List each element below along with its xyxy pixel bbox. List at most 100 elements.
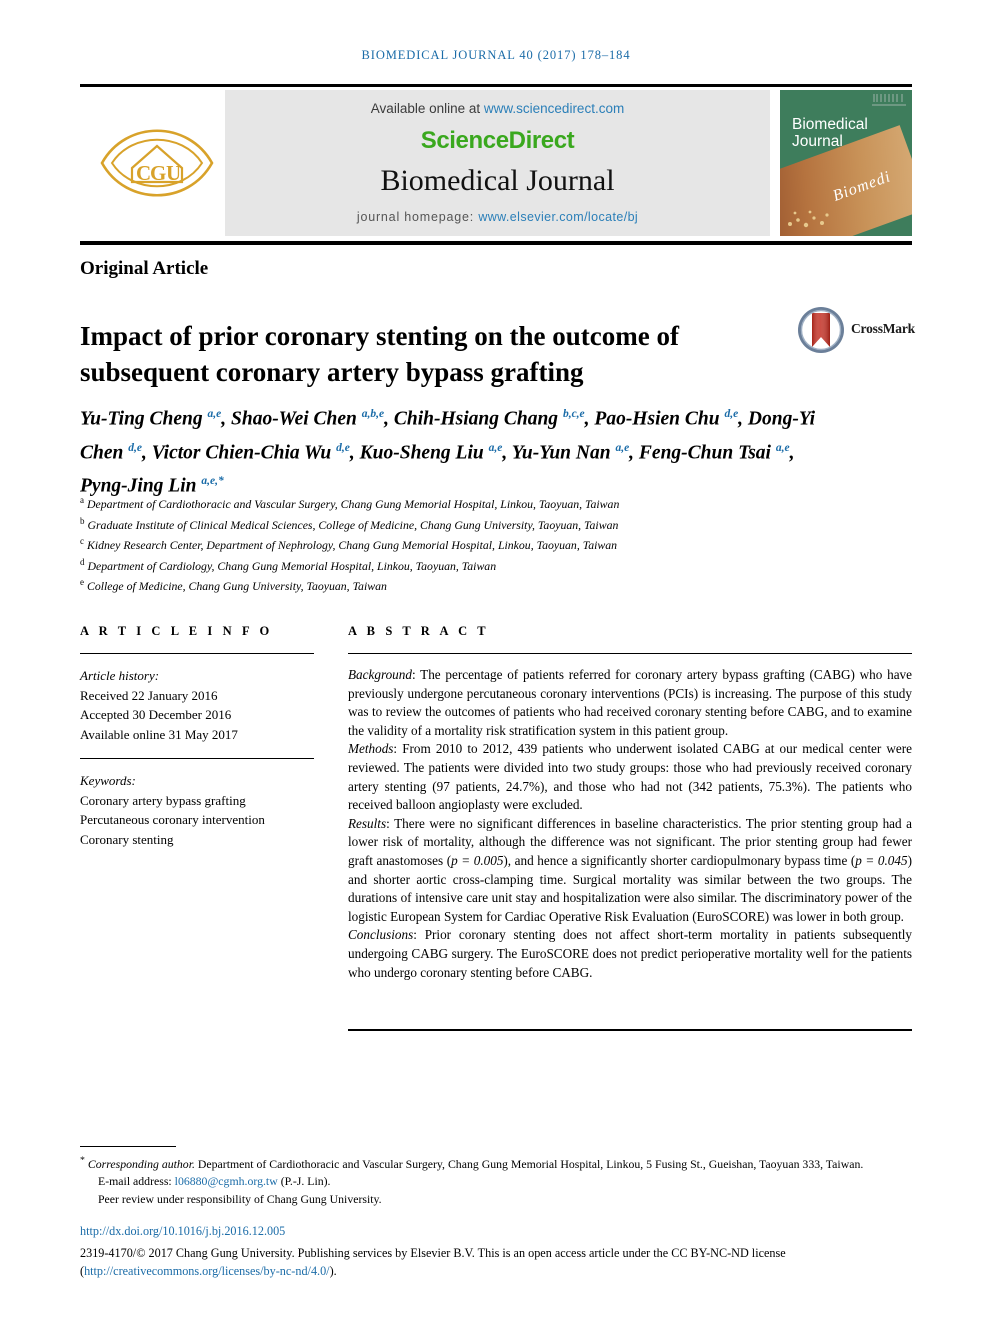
copyright-text-end: ).: [329, 1264, 337, 1278]
keywords-divider: [80, 758, 314, 759]
abstract-bottom-rule: [348, 1029, 912, 1031]
affiliation-text: College of Medicine, Chang Gung Universi…: [84, 578, 387, 593]
author-affiliation-mark: b,c,e: [562, 408, 585, 420]
abstract-section-text: : There were no significant differences …: [348, 815, 912, 924]
abstract-section: Results: There were no significant diffe…: [348, 815, 912, 927]
corresponding-author-label: Corresponding author.: [87, 1156, 195, 1171]
affiliation-item: c Kidney Research Center, Department of …: [80, 533, 860, 554]
affiliation-text: Kidney Research Center, Department of Ne…: [84, 537, 618, 552]
affiliation-item: d Department of Cardiology, Chang Gung M…: [80, 554, 860, 575]
crossmark-label: CrossMark: [851, 321, 915, 336]
sciencedirect-link[interactable]: www.sciencedirect.com: [484, 101, 624, 116]
journal-homepage-link[interactable]: www.elsevier.com/locate/bj: [478, 210, 638, 224]
author-affiliation-mark: a,e: [775, 441, 790, 454]
article-history-label: Article history:: [80, 668, 160, 683]
doi-line: http://dx.doi.org/10.1016/j.bj.2016.12.0…: [80, 1224, 285, 1239]
article-info-column: A R T I C L E I N F O Article history: R…: [80, 624, 314, 849]
author-affiliation-mark: a,e,*: [201, 475, 224, 487]
abstract-section-text: : The percentage of patients referred fo…: [348, 667, 912, 738]
footnote-block: * Corresponding author. Department of Ca…: [80, 1152, 912, 1208]
journal-homepage-line: journal homepage: www.elsevier.com/locat…: [225, 210, 770, 224]
footnote-rule: [80, 1146, 176, 1147]
article-info-heading: A R T I C L E I N F O: [80, 624, 273, 638]
affiliation-item: a Department of Cardiothoracic and Vascu…: [80, 492, 860, 513]
copyright-block: 2319-4170/© 2017 Chang Gung University. …: [80, 1244, 918, 1280]
crossmark-badge[interactable]: CrossMark: [797, 306, 915, 358]
author-affiliation-mark: d,e: [724, 408, 739, 420]
abstract-section: Conclusions: Prior coronary stenting doe…: [348, 926, 912, 982]
email-owner: (P.-J. Lin).: [280, 1174, 331, 1189]
corresponding-author-address: Department of Cardiothoracic and Vascula…: [194, 1156, 864, 1171]
email-label: E-mail address:: [98, 1174, 172, 1189]
running-head: BIOMEDICAL JOURNAL 40 (2017) 178–184: [361, 48, 631, 62]
author-name: Feng-Chun Tsai: [638, 442, 776, 463]
author-name: Chih-Hsiang Chang: [393, 408, 563, 430]
keyword-item: Percutaneous coronary intervention: [80, 812, 265, 827]
author-name: Yu-Ting Cheng: [80, 408, 208, 430]
keywords-block: Keywords: Coronary artery bypass graftin…: [80, 771, 314, 849]
article-info-divider: [80, 653, 314, 654]
author-name: Victor Chien-Chia Wu: [151, 442, 337, 463]
p-value: p = 0.005: [451, 852, 504, 868]
masthead-bottom-rule: [80, 241, 912, 245]
masthead: C G U Available online at www.sciencedir…: [80, 90, 912, 236]
author-list: Yu-Ting Cheng a,e, Shao-Wei Chen a,b,e, …: [80, 408, 816, 497]
author-name: Pao-Hsien Chu: [594, 408, 725, 430]
available-online-line: Available online at www.sciencedirect.co…: [225, 101, 770, 116]
journal-article-page: BIOMEDICAL JOURNAL 40 (2017) 178–184 C G…: [0, 0, 992, 1323]
author-name: Shao-Wei Chen: [231, 408, 362, 430]
sciencedirect-banner: Available online at www.sciencedirect.co…: [225, 90, 770, 236]
abstract-divider: [348, 653, 912, 654]
abstract-section-text: : From 2010 to 2012, 439 patients who un…: [348, 741, 912, 813]
author-name: Yu-Yun Nan: [511, 442, 616, 463]
license-link[interactable]: http://creativecommons.org/licenses/by-n…: [84, 1264, 330, 1278]
corresponding-author-note: * Corresponding author. Department of Ca…: [80, 1155, 864, 1171]
sciencedirect-wordmark: ScienceDirect: [420, 127, 575, 154]
journal-title: Biomedical Journal: [380, 164, 615, 197]
email-link[interactable]: l06880@cgmh.org.tw: [175, 1174, 278, 1188]
affiliation-list: a Department of Cardiothoracic and Vascu…: [80, 492, 860, 595]
abstract-body: Background: The percentage of patients r…: [348, 666, 912, 982]
abstract-section-label: Results: [348, 815, 387, 831]
keyword-item: Coronary stenting: [80, 831, 174, 847]
doi-link[interactable]: http://dx.doi.org/10.1016/j.bj.2016.12.0…: [80, 1224, 285, 1238]
keywords-label: Keywords:: [80, 773, 136, 788]
affiliation-text: Department of Cardiothoracic and Vascula…: [84, 496, 620, 511]
author-affiliation-mark: d,e: [128, 441, 142, 454]
received-date: Received 22 January 2016: [80, 687, 218, 703]
author-affiliation-mark: d,e: [336, 441, 350, 454]
article-history-block: Article history: Received 22 January 201…: [80, 666, 314, 744]
affiliation-item: e College of Medicine, Chang Gung Univer…: [80, 574, 860, 595]
p-value: p = 0.045: [855, 852, 908, 868]
journal-homepage-label: journal homepage:: [356, 210, 475, 224]
article-type-label: Original Article: [80, 258, 209, 279]
abstract-section: Methods: From 2010 to 2012, 439 patients…: [348, 740, 912, 814]
affiliation-item: b Graduate Institute of Clinical Medical…: [80, 513, 860, 534]
author-name: Kuo-Sheng Liu: [359, 442, 489, 463]
crossmark-icon[interactable]: [797, 306, 845, 354]
journal-cover-thumbnail: Biomedical Journal Biomedi: [780, 90, 912, 236]
available-online-date: Available online 31 May 2017: [80, 726, 238, 742]
accepted-date: Accepted 30 December 2016: [80, 707, 232, 722]
abstract-heading: A B S T R A C T: [348, 624, 490, 638]
cover-title-line1: Biomedical: [792, 116, 868, 133]
svg-text:G: G: [150, 161, 166, 185]
abstract-section: Background: The percentage of patients r…: [348, 666, 912, 740]
abstract-section-text: : Prior coronary stenting does not affec…: [348, 927, 912, 980]
available-online-label: Available online at: [370, 101, 481, 116]
affiliation-text: Department of Cardiology, Chang Gung Mem…: [84, 558, 497, 573]
cgu-logo: C G U: [98, 104, 216, 222]
barcode-icon: [872, 94, 906, 106]
cover-dots-decoration: [788, 210, 829, 228]
masthead-top-rule: [80, 84, 912, 87]
author-affiliation-mark: a,e: [207, 408, 222, 420]
author-affiliation-mark: a,e: [615, 441, 630, 454]
abstract-column: A B S T R A C T Background: The percenta…: [348, 624, 912, 982]
abstract-section-label: Methods: [348, 741, 394, 757]
svg-text:U: U: [166, 161, 181, 185]
keyword-item: Coronary artery bypass grafting: [80, 792, 246, 808]
abstract-section-label: Background: [348, 667, 412, 682]
abstract-section-label: Conclusions: [348, 927, 414, 943]
email-note: E-mail address: l06880@cgmh.org.tw (P.-J…: [80, 1173, 912, 1191]
page-title: Impact of prior coronary stenting on the…: [80, 321, 679, 388]
